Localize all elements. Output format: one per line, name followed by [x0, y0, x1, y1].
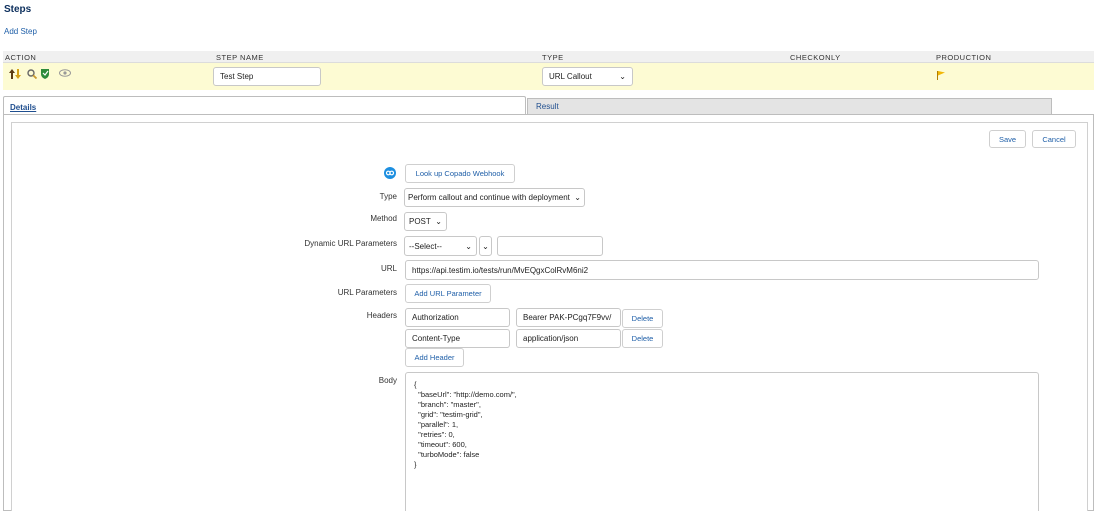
- dynamic-url-params-label: Dynamic URL Parameters: [304, 239, 397, 248]
- dynamic-param-type-select[interactable]: ⌄: [479, 236, 492, 256]
- add-url-parameter-button[interactable]: Add URL Parameter: [405, 284, 491, 303]
- search-icon[interactable]: [27, 69, 38, 80]
- step-type-value: URL Callout: [549, 72, 592, 81]
- chevron-down-icon: ⌄: [574, 193, 581, 202]
- method-value: POST: [409, 217, 431, 226]
- chevron-down-icon: ⌄: [619, 72, 626, 81]
- chevron-down-icon: ⌄: [482, 241, 489, 251]
- column-header-production: PRODUCTION: [936, 53, 992, 62]
- flag-icon: [936, 70, 946, 80]
- save-button[interactable]: Save: [989, 130, 1026, 148]
- url-label: URL: [380, 264, 397, 273]
- header-key-input[interactable]: Content-Type: [405, 329, 510, 348]
- header-key-input[interactable]: Authorization: [405, 308, 510, 327]
- column-header-checkonly: CHECKONLY: [790, 53, 841, 62]
- method-select[interactable]: POST ⌄: [404, 212, 447, 231]
- edit-shield-icon[interactable]: [40, 68, 50, 79]
- view-icon[interactable]: [59, 69, 71, 77]
- url-input[interactable]: https://api.testim.io/tests/run/MvEQgxCo…: [405, 260, 1039, 280]
- delete-header-button[interactable]: Delete: [622, 309, 663, 328]
- chevron-down-icon: ⌄: [465, 241, 472, 251]
- method-label: Method: [370, 214, 397, 223]
- copado-logo-icon: [384, 167, 396, 179]
- steps-table-header: ACTION STEP NAME TYPE CHECKONLY PRODUCTI…: [3, 51, 1094, 63]
- tab-details[interactable]: Details: [3, 96, 526, 115]
- callout-type-select[interactable]: Perform callout and continue with deploy…: [404, 188, 585, 207]
- headers-label: Headers: [366, 311, 397, 320]
- add-step-link[interactable]: Add Step: [4, 27, 37, 36]
- column-header-action: ACTION: [5, 53, 37, 62]
- tab-details-label: Details: [10, 103, 37, 112]
- table-row: Test Step URL Callout ⌄: [3, 63, 1094, 90]
- dynamic-param-value: --Select--: [409, 241, 442, 251]
- add-header-button[interactable]: Add Header: [405, 348, 464, 367]
- tab-result[interactable]: Result: [527, 98, 1052, 114]
- lookup-webhook-button[interactable]: Look up Copado Webhook: [405, 164, 515, 183]
- url-params-label: URL Parameters: [337, 288, 397, 297]
- delete-header-button[interactable]: Delete: [622, 329, 663, 348]
- cancel-button[interactable]: Cancel: [1032, 130, 1076, 148]
- tab-result-label: Result: [536, 102, 559, 111]
- type-label: Type: [379, 192, 397, 201]
- chevron-down-icon: ⌄: [435, 217, 442, 226]
- reorder-icon[interactable]: [9, 69, 21, 79]
- dynamic-param-select[interactable]: --Select-- ⌄: [404, 236, 477, 256]
- page-title: Steps: [4, 4, 32, 15]
- header-value-input[interactable]: Bearer PAK-PCgq7F9vv/: [516, 308, 621, 327]
- dynamic-param-input[interactable]: [497, 236, 603, 256]
- column-header-type: TYPE: [542, 53, 564, 62]
- body-label: Body: [378, 376, 397, 385]
- callout-type-value: Perform callout and continue with deploy…: [408, 193, 570, 202]
- body-textarea[interactable]: { "baseUrl": "http://demo.com/", "branch…: [405, 372, 1039, 511]
- header-value-input[interactable]: application/json: [516, 329, 621, 348]
- step-name-input[interactable]: Test Step: [213, 67, 321, 86]
- step-type-select[interactable]: URL Callout ⌄: [542, 67, 633, 86]
- column-header-step-name: STEP NAME: [216, 53, 264, 62]
